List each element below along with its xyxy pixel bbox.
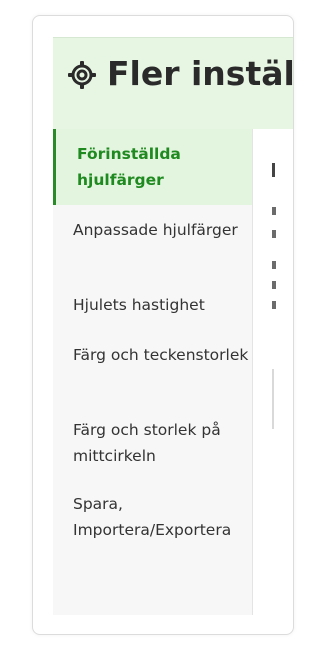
dialog-body: Förinställda hjulfärger Anpassade hjulfä…: [53, 129, 293, 615]
content-box-edge: [272, 369, 274, 429]
sidebar-item-center-circle-color-size[interactable]: Färg och storlek på mittcirkeln: [53, 417, 252, 469]
content-heading-fragment: [272, 163, 275, 177]
content-text-fragment: [272, 281, 276, 289]
settings-content-panel: [269, 129, 293, 615]
settings-dialog: Fler inställ Förinställda hjulfärger Anp…: [32, 15, 294, 635]
content-text-fragment: [272, 230, 276, 238]
content-text-fragment: [272, 301, 276, 309]
sidebar-item-custom-wheel-colors[interactable]: Anpassade hjulfärger: [53, 217, 252, 243]
settings-sidebar: Förinställda hjulfärger Anpassade hjulfä…: [53, 129, 253, 615]
content-text-fragment: [272, 261, 276, 269]
dialog-header: Fler inställ: [53, 37, 294, 130]
sidebar-item-wheel-speed[interactable]: Hjulets hastighet: [53, 292, 252, 318]
sidebar-item-save-import-export[interactable]: Spara, Importera/Exportera: [53, 491, 252, 543]
sidebar-item-preset-wheel-colors[interactable]: Förinställda hjulfärger: [53, 129, 252, 205]
gear-icon: [68, 61, 96, 89]
content-text-fragment: [272, 207, 276, 215]
sidebar-item-color-and-font-size[interactable]: Färg och teckenstorlek: [53, 342, 252, 368]
dialog-title: Fler inställ: [107, 54, 294, 93]
